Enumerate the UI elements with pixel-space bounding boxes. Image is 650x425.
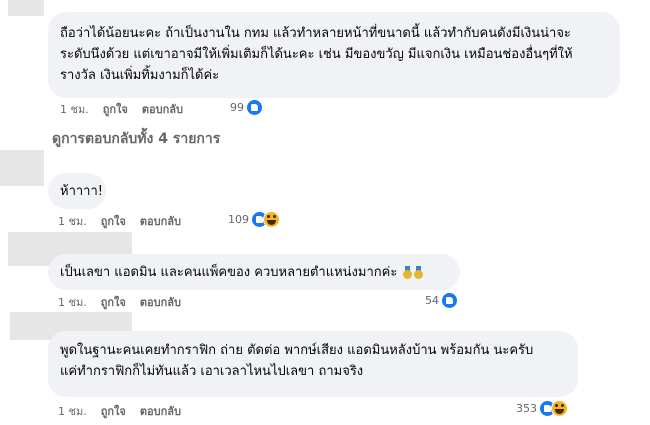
reaction-count: 109 xyxy=(228,213,249,226)
comment-actions: 1 ชม. ถูกใจ ตอบกลับ xyxy=(60,100,197,118)
like-button[interactable]: ถูกใจ xyxy=(101,402,126,420)
reply-button[interactable]: ตอบกลับ xyxy=(140,293,181,311)
comment-text: ห้าาาา! xyxy=(60,184,103,199)
comment-actions: 1 ชม. ถูกใจ ตอบกลับ xyxy=(58,212,195,230)
comment-text: แค่ทำกราฟิกก็ไม่ทันแล้ว เอาเวลาไหนไปเลขา… xyxy=(60,364,364,379)
haha-reaction-icon xyxy=(551,400,568,417)
comment-bubble: ถือว่าได้น้อยนะคะ ถ้าเป็นงานใน กทม แล้วท… xyxy=(48,12,620,98)
like-button[interactable]: ถูกใจ xyxy=(101,293,126,311)
reaction-count: 353 xyxy=(516,402,537,415)
reaction-summary[interactable]: 109 xyxy=(228,211,280,228)
like-button[interactable]: ถูกใจ xyxy=(101,212,126,230)
comment-timestamp[interactable]: 1 ชม. xyxy=(58,293,87,311)
medal-emoji-icon xyxy=(414,266,424,279)
avatar[interactable] xyxy=(0,150,44,186)
comment-text: เป็นเลขา แอดมิน และคนแพ็คของ ควบหลายตำแห… xyxy=(60,262,448,283)
reaction-summary[interactable]: 54 xyxy=(425,292,458,309)
comment-text: ถือว่าได้น้อยนะคะ ถ้าเป็นงานใน กทม แล้วท… xyxy=(60,26,571,41)
comment-bubble: เป็นเลขา แอดมิน และคนแพ็คของ ควบหลายตำแห… xyxy=(48,254,460,290)
like-reaction-icon xyxy=(246,99,263,116)
comment-timestamp[interactable]: 1 ชม. xyxy=(58,402,87,420)
comment-text: ระดับนึงด้วย แต่เขาอาจมีให้เพิ่มเติมก็ได… xyxy=(60,47,573,62)
reply-button[interactable]: ตอบกลับ xyxy=(140,212,181,230)
reply-button[interactable]: ตอบกลับ xyxy=(140,402,181,420)
comment-text: พูดในฐานะคนเคยทำกราฟิก ถ่าย ตัดต่อ พากษ์… xyxy=(60,343,534,358)
comment-timestamp[interactable]: 1 ชม. xyxy=(58,212,87,230)
like-reaction-icon xyxy=(441,292,458,309)
reaction-count: 99 xyxy=(230,101,244,114)
comment-bubble: ห้าาาา! xyxy=(48,173,106,209)
reaction-summary[interactable]: 99 xyxy=(230,99,263,116)
view-replies-link[interactable]: ดูการตอบกลับทั้ง 4 รายการ xyxy=(52,128,220,150)
comment-text: รางวัล เงินเพิ่มทิ้มงามก็ได้ค่ะ xyxy=(60,68,220,83)
medal-emoji-icon xyxy=(403,266,413,279)
reply-button[interactable]: ตอบกลับ xyxy=(142,100,183,118)
comment-actions: 1 ชม. ถูกใจ ตอบกลับ xyxy=(58,402,195,420)
comment-timestamp[interactable]: 1 ชม. xyxy=(60,100,89,118)
comment-bubble: พูดในฐานะคนเคยทำกราฟิก ถ่าย ตัดต่อ พากษ์… xyxy=(48,331,578,397)
reaction-summary[interactable]: 353 xyxy=(516,400,568,417)
like-button[interactable]: ถูกใจ xyxy=(103,100,128,118)
reaction-count: 54 xyxy=(425,294,439,307)
avatar[interactable] xyxy=(8,0,44,16)
comment-actions: 1 ชม. ถูกใจ ตอบกลับ xyxy=(58,293,195,311)
haha-reaction-icon xyxy=(263,211,280,228)
